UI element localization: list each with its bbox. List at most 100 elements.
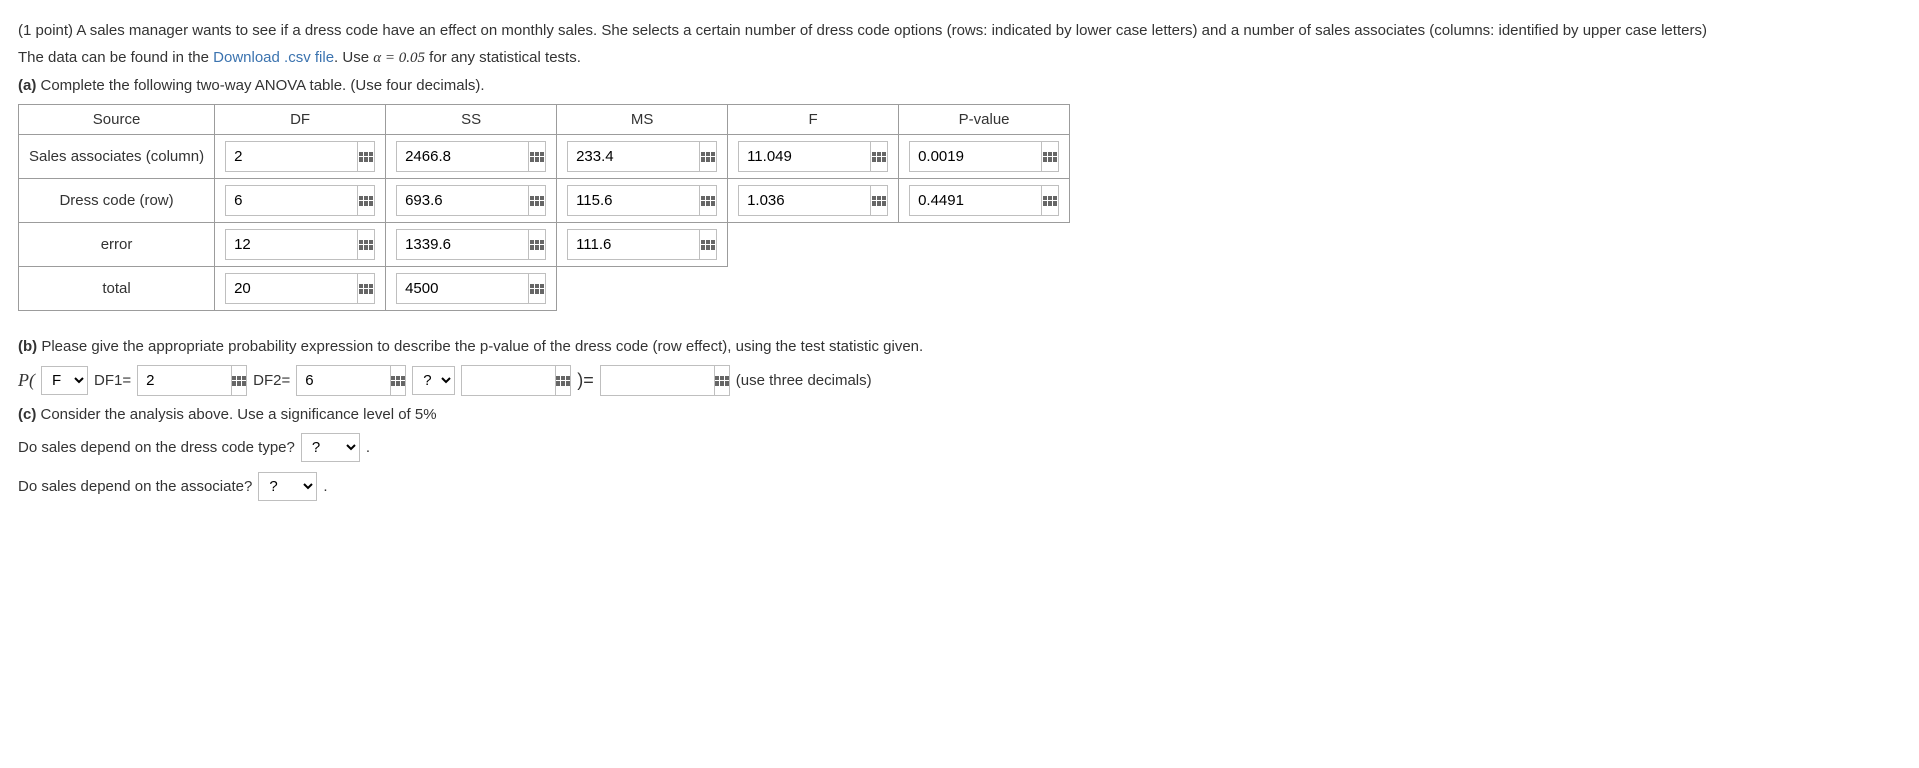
points-label: (1 point): [18, 22, 76, 39]
table-header-row: Source DF SS MS F P-value: [19, 105, 1070, 135]
decimals-hint: (use three decimals): [736, 372, 872, 389]
data-line-post: . Use: [334, 49, 373, 66]
q1-text: Do sales depend on the dress code type?: [18, 439, 295, 456]
keypad-button[interactable]: [699, 229, 717, 260]
input-column-ss[interactable]: [396, 141, 528, 172]
header-ms: MS: [557, 105, 728, 135]
keypad-button[interactable]: [1041, 185, 1059, 216]
input-row-f[interactable]: [738, 185, 870, 216]
table-row-column: Sales associates (column): [19, 135, 1070, 179]
keypad-button[interactable]: [699, 141, 717, 172]
df1-label: DF1=: [94, 372, 131, 389]
header-p: P-value: [899, 105, 1070, 135]
keypad-button[interactable]: [357, 229, 375, 260]
keypad-button[interactable]: [1041, 141, 1059, 172]
keypad-button[interactable]: [357, 141, 375, 172]
keypad-icon: [872, 152, 886, 162]
close-equals: )=: [577, 370, 594, 391]
input-column-p[interactable]: [909, 141, 1041, 172]
q2-select[interactable]: ?YesNo: [258, 472, 317, 501]
input-row-ss[interactable]: [396, 185, 528, 216]
input-row-df[interactable]: [225, 185, 357, 216]
input-row-p[interactable]: [909, 185, 1041, 216]
keypad-button[interactable]: [390, 365, 406, 396]
question-associate: Do sales depend on the associate? ?YesNo…: [18, 472, 1901, 501]
keypad-button[interactable]: [528, 229, 546, 260]
period: .: [323, 478, 327, 495]
input-error-ms[interactable]: [567, 229, 699, 260]
input-total-df[interactable]: [225, 273, 357, 304]
prob-expression: P( FTZχ² DF1= DF2= ?<>≤≥ )= (use three d…: [18, 365, 1901, 396]
anova-table: Source DF SS MS F P-value Sales associat…: [18, 104, 1070, 311]
part-c-text: Consider the analysis above. Use a signi…: [36, 406, 436, 423]
table-row-error: error: [19, 223, 1070, 267]
distribution-select[interactable]: FTZχ²: [41, 366, 88, 395]
row-label: Sales associates (column): [19, 135, 215, 179]
keypad-icon: [359, 284, 373, 294]
question-intro: (1 point) A sales manager wants to see i…: [18, 22, 1901, 39]
data-line-pre: The data can be found in the: [18, 49, 213, 66]
row-label: total: [19, 267, 215, 311]
input-column-df[interactable]: [225, 141, 357, 172]
header-f: F: [728, 105, 899, 135]
part-b: (b) Please give the appropriate probabil…: [18, 338, 1901, 355]
keypad-button[interactable]: [528, 141, 546, 172]
keypad-icon: [1043, 152, 1057, 162]
keypad-icon: [359, 152, 373, 162]
part-c-label: (c): [18, 406, 36, 423]
keypad-icon: [701, 152, 715, 162]
keypad-icon: [359, 196, 373, 206]
keypad-button[interactable]: [357, 273, 375, 304]
df2-label: DF2=: [253, 372, 290, 389]
keypad-button[interactable]: [555, 365, 571, 396]
keypad-button[interactable]: [699, 185, 717, 216]
keypad-icon: [391, 376, 405, 386]
question-dresscode: Do sales depend on the dress code type? …: [18, 433, 1901, 462]
keypad-icon: [530, 152, 544, 162]
intro-text: A sales manager wants to see if a dress …: [76, 22, 1707, 39]
keypad-button[interactable]: [870, 141, 888, 172]
pvalue-input[interactable]: [600, 365, 714, 396]
keypad-icon: [530, 240, 544, 250]
keypad-button[interactable]: [870, 185, 888, 216]
data-line: The data can be found in the Download .c…: [18, 49, 1901, 67]
input-total-ss[interactable]: [396, 273, 528, 304]
input-error-ss[interactable]: [396, 229, 528, 260]
keypad-button[interactable]: [528, 185, 546, 216]
header-df: DF: [215, 105, 386, 135]
part-a: (a) Complete the following two-way ANOVA…: [18, 77, 1901, 94]
p-open: P(: [18, 370, 35, 391]
q1-select[interactable]: ?YesNo: [301, 433, 360, 462]
keypad-button[interactable]: [528, 273, 546, 304]
df2-input[interactable]: [296, 365, 390, 396]
input-row-ms[interactable]: [567, 185, 699, 216]
table-row-row: Dress code (row): [19, 179, 1070, 223]
keypad-button[interactable]: [714, 365, 730, 396]
keypad-icon: [701, 240, 715, 250]
q2-text: Do sales depend on the associate?: [18, 478, 252, 495]
part-a-text: Complete the following two-way ANOVA tab…: [36, 77, 484, 94]
keypad-icon: [232, 376, 246, 386]
keypad-icon: [872, 196, 886, 206]
keypad-button[interactable]: [231, 365, 247, 396]
keypad-icon: [701, 196, 715, 206]
header-ss: SS: [386, 105, 557, 135]
table-row-total: total: [19, 267, 1070, 311]
keypad-icon: [530, 196, 544, 206]
data-line-tail: for any statistical tests.: [425, 49, 581, 66]
download-csv-link[interactable]: Download .csv file: [213, 49, 334, 66]
part-c: (c) Consider the analysis above. Use a s…: [18, 406, 1901, 423]
input-column-f[interactable]: [738, 141, 870, 172]
row-label: Dress code (row): [19, 179, 215, 223]
comparison-select[interactable]: ?<>≤≥: [412, 366, 455, 395]
test-stat-input[interactable]: [461, 365, 555, 396]
input-error-df[interactable]: [225, 229, 357, 260]
part-b-label: (b): [18, 338, 37, 355]
input-column-ms[interactable]: [567, 141, 699, 172]
keypad-button[interactable]: [357, 185, 375, 216]
keypad-icon: [530, 284, 544, 294]
keypad-icon: [556, 376, 570, 386]
keypad-icon: [1043, 196, 1057, 206]
df1-input[interactable]: [137, 365, 231, 396]
header-source: Source: [19, 105, 215, 135]
